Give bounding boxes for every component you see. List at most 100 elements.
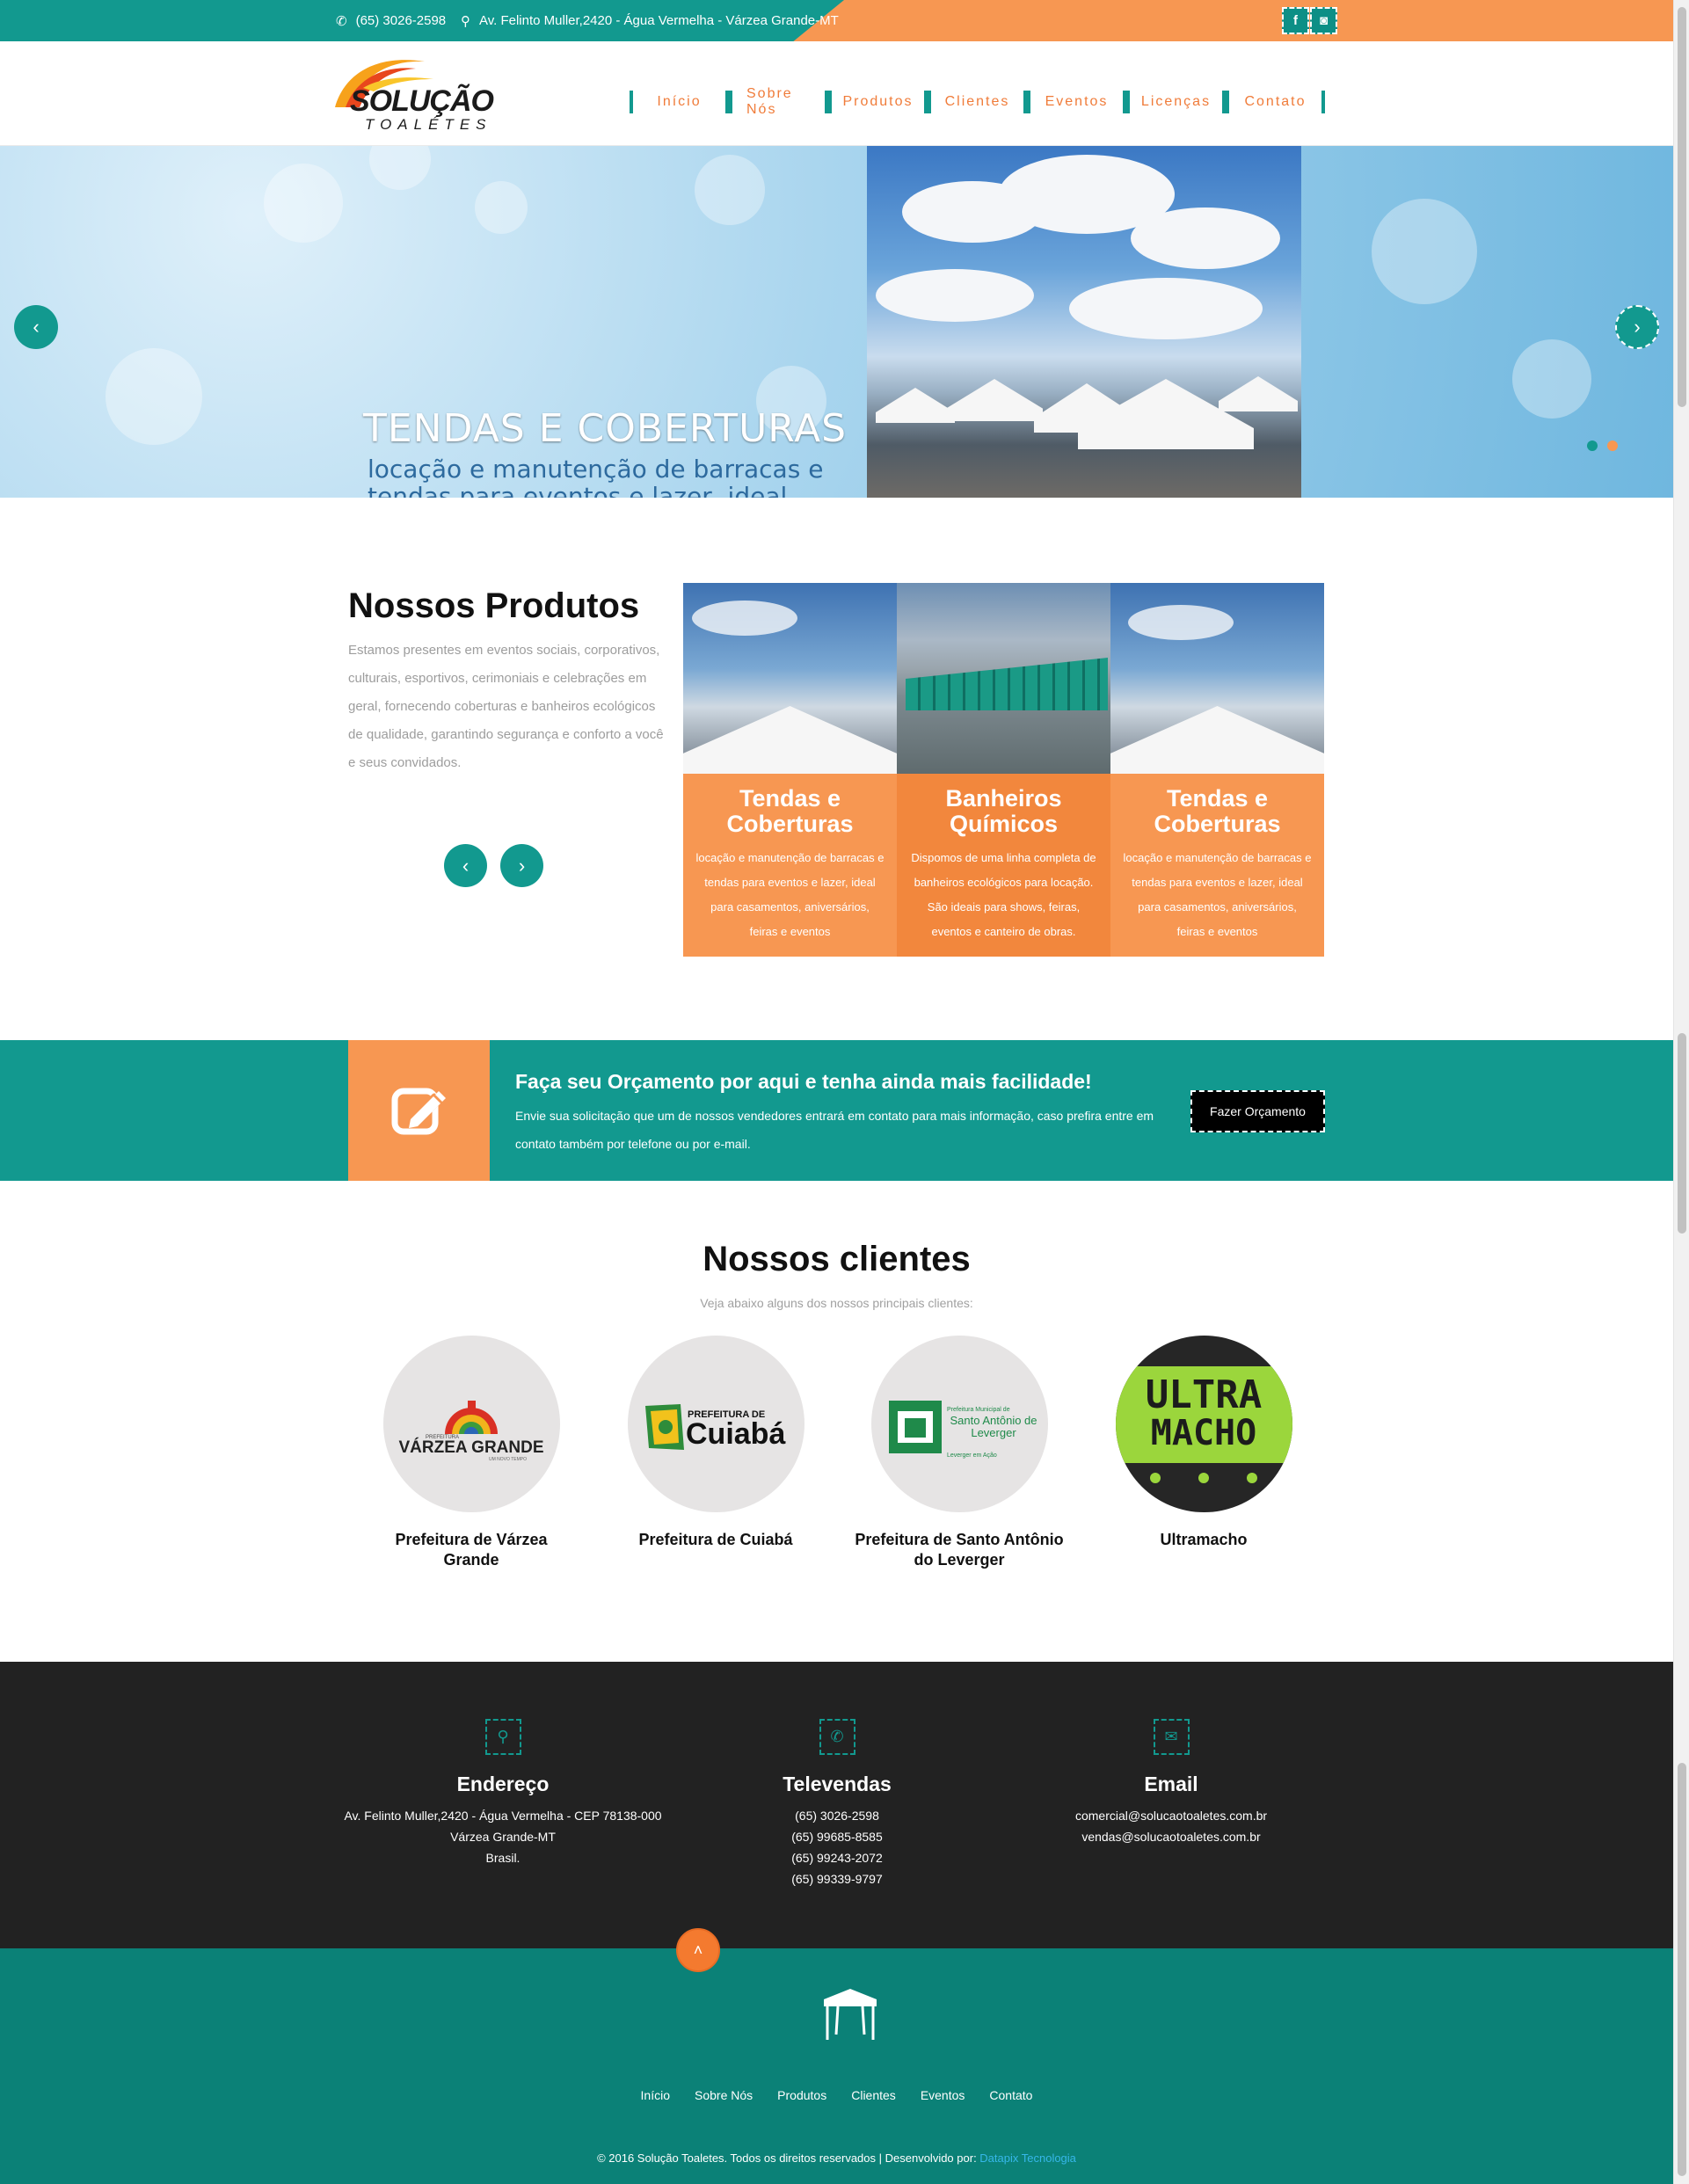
footer-nav-clientes[interactable]: Clientes — [851, 2088, 896, 2102]
contact-section: ⚲ Endereço Av. Felinto Muller,2420 - Águ… — [0, 1662, 1673, 1948]
client-item[interactable]: PREFEITURA DE Cuiabá Prefeitura de Cuiab… — [610, 1336, 821, 1550]
phone-icon: ✆ — [336, 13, 347, 29]
nav-contato[interactable]: Contato — [1226, 91, 1325, 113]
tent-shape — [1110, 706, 1324, 774]
toilets-row-shape — [906, 658, 1108, 710]
product-card[interactable]: Banheiros Químicos Dispomos de uma linha… — [897, 583, 1110, 957]
cloud-decoration — [1128, 605, 1234, 640]
product-card[interactable]: Tendas e Coberturas locação e manutenção… — [1110, 583, 1324, 957]
contact-phone[interactable]: (65) 99243-2072 — [661, 1847, 1013, 1868]
client-logo-ultramacho: ULTRA MACHO — [1115, 1336, 1292, 1512]
footer-copyright: © 2016 Solução Toaletes. Todos os direit… — [0, 2151, 1673, 2165]
contact-lines: Av. Felinto Muller,2420 - Água Vermelha … — [327, 1805, 679, 1868]
svg-text:ULTRA: ULTRA — [1145, 1372, 1261, 1417]
produtos-prev-button[interactable]: ‹ — [444, 844, 487, 887]
produtos-carousel: Tendas e Coberturas locação e manutenção… — [683, 583, 1325, 957]
client-item[interactable]: Prefeitura Municipal de Santo Antônio de… — [854, 1336, 1065, 1570]
footer-nav-inicio[interactable]: Início — [641, 2088, 670, 2102]
contact-phone[interactable]: (65) 99339-9797 — [661, 1868, 1013, 1889]
produtos-title: Nossos Produtos — [348, 586, 640, 625]
contact-lines: (65) 3026-2598 (65) 99685-8585 (65) 9924… — [661, 1805, 1013, 1889]
varzea-grande-logo: VÁRZEA GRANDE PREFEITURA UM NOVO TEMPO — [398, 1401, 543, 1462]
slider-prev-button[interactable]: ‹ — [14, 305, 58, 349]
facebook-icon[interactable]: f — [1282, 7, 1309, 34]
produtos-next-button[interactable]: › — [500, 844, 543, 887]
footer-nav-eventos[interactable]: Eventos — [921, 2088, 965, 2102]
slider-dot-active[interactable] — [1587, 440, 1598, 451]
product-card[interactable]: Tendas e Coberturas locação e manutenção… — [683, 583, 897, 957]
site-logo[interactable]: SOLUÇÃO TOALÉTES — [324, 53, 499, 136]
developer-link[interactable]: Datapix Tecnologia — [979, 2151, 1076, 2165]
scrollbar-thumb[interactable] — [1678, 7, 1686, 407]
contact-lines: comercial@solucaotoaletes.com.br vendas@… — [995, 1805, 1347, 1847]
product-card-title: Tendas e Coberturas — [726, 785, 854, 837]
client-logo-varzea-grande: VÁRZEA GRANDE PREFEITURA UM NOVO TEMPO — [382, 1336, 560, 1512]
contact-phone[interactable]: (65) 3026-2598 — [661, 1805, 1013, 1826]
bokeh-decoration — [695, 155, 765, 225]
footer — [0, 1948, 1673, 2184]
slide-photo-tents — [867, 146, 1301, 498]
client-name: Prefeitura de Santo Antônio do Leverger — [855, 1531, 1064, 1569]
nav-eventos[interactable]: Eventos — [1027, 91, 1126, 113]
bokeh-decoration — [264, 164, 343, 243]
cloud-decoration — [692, 601, 797, 636]
nav-licencas[interactable]: Licenças — [1126, 91, 1226, 113]
scrollbar-thumb[interactable] — [1678, 1763, 1686, 2176]
contact-televendas: ✆ Televendas (65) 3026-2598 (65) 99685-8… — [661, 1662, 1013, 1889]
map-pin-icon: ⚲ — [461, 13, 470, 29]
top-phone: ✆ (65) 3026-2598 — [336, 0, 446, 41]
contact-line: Av. Felinto Muller,2420 - Água Vermelha … — [344, 1809, 662, 1823]
orcamento-banner: Faça seu Orçamento por aqui e tenha aind… — [0, 1040, 1673, 1181]
footer-nav-produtos[interactable]: Produtos — [777, 2088, 826, 2102]
nav-produtos[interactable]: Produtos — [828, 91, 928, 113]
nav-clientes[interactable]: Clientes — [928, 91, 1027, 113]
back-to-top-button[interactable]: ˄ — [676, 1928, 720, 1972]
client-item[interactable]: VÁRZEA GRANDE PREFEITURA UM NOVO TEMPO P… — [366, 1336, 577, 1570]
top-phone-text: (65) 3026-2598 — [355, 13, 447, 28]
client-name: Prefeitura de Várzea Grande — [395, 1531, 548, 1569]
nav-inicio[interactable]: Início — [630, 91, 729, 113]
contact-email-link[interactable]: vendas@solucaotoaletes.com.br — [995, 1826, 1347, 1847]
product-image-tents — [1110, 583, 1324, 774]
slide-text: locação e manutenção de barracas e tenda… — [368, 455, 824, 498]
tent-shape — [946, 379, 1043, 421]
copyright-text: © 2016 Solução Toaletes. Todos os direit… — [597, 2151, 980, 2165]
tent-shape — [1078, 379, 1254, 449]
svg-text:Cuiabá: Cuiabá — [686, 1417, 785, 1451]
clientes-title: Nossos clientes — [703, 1240, 971, 1278]
instagram-icon[interactable]: ◙ — [1310, 7, 1337, 34]
svg-text:Prefeitura Municipal de: Prefeitura Municipal de — [947, 1407, 1010, 1413]
nav-sobre-nos[interactable]: Sobre Nós — [729, 86, 828, 117]
product-card-body: Tendas e Coberturas locação e manutenção… — [683, 774, 897, 957]
fazer-orcamento-button[interactable]: Fazer Orçamento — [1190, 1090, 1325, 1132]
slider-dot[interactable] — [1607, 440, 1618, 451]
page-scrollbar[interactable] — [1673, 0, 1689, 2184]
produtos-description: Estamos presentes em eventos sociais, co… — [348, 643, 664, 770]
contact-title: Endereço — [456, 1773, 550, 1795]
client-item[interactable]: ULTRA MACHO Ultramacho — [1098, 1336, 1309, 1550]
footer-nav-contato[interactable]: Contato — [989, 2088, 1032, 2102]
tent-shape — [683, 706, 897, 774]
slider-next-button[interactable]: › — [1615, 305, 1659, 349]
contact-email-link[interactable]: comercial@solucaotoaletes.com.br — [995, 1805, 1347, 1826]
santo-antonio-logo: Prefeitura Municipal de Santo Antônio de… — [888, 1401, 1037, 1459]
bokeh-decoration — [369, 146, 431, 190]
bokeh-decoration — [1512, 339, 1591, 419]
slide-title: TENDAS E COBERTURAS — [363, 406, 848, 451]
top-bar: ✆ (65) 3026-2598 ⚲ Av. Felinto Muller,24… — [0, 0, 1673, 41]
tent-shape — [876, 388, 955, 423]
cta-icon-box — [348, 1040, 490, 1181]
bokeh-decoration — [475, 181, 528, 234]
cloud-decoration — [1069, 278, 1263, 339]
cta-title: Faça seu Orçamento por aqui e tenha aind… — [515, 1070, 1092, 1093]
tent-logo-icon — [824, 1989, 877, 2040]
footer-nav-sobre-nos[interactable]: Sobre Nós — [695, 2088, 753, 2102]
contact-phone[interactable]: (65) 99685-8585 — [661, 1826, 1013, 1847]
product-card-text: locação e manutenção de barracas e tenda… — [1123, 851, 1312, 938]
product-image-toilets — [897, 583, 1110, 774]
contact-endereco: ⚲ Endereço Av. Felinto Muller,2420 - Águ… — [327, 1662, 679, 1868]
scrollbar-thumb[interactable] — [1678, 1033, 1686, 1234]
edit-icon — [391, 1088, 446, 1135]
product-card-body: Banheiros Químicos Dispomos de uma linha… — [897, 774, 1110, 957]
tent-shape — [1219, 376, 1298, 411]
